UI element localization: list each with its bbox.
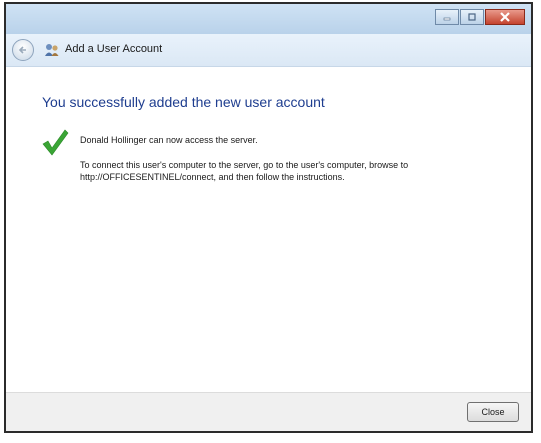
- window-controls: [435, 9, 525, 25]
- navigation-bar: Add a User Account: [6, 34, 531, 67]
- footer-bar: Close: [6, 392, 531, 431]
- minimize-icon: [443, 17, 451, 21]
- success-heading: You successfully added the new user acco…: [42, 94, 325, 110]
- back-arrow-icon: [18, 46, 26, 54]
- users-icon: [45, 44, 59, 56]
- page-title: Add a User Account: [65, 43, 163, 55]
- add-user-account-window: Add a User Account You successfully adde…: [4, 2, 533, 433]
- back-button[interactable]: [12, 39, 34, 61]
- maximize-icon: [468, 13, 476, 21]
- title-bar[interactable]: [6, 4, 531, 34]
- close-icon: [500, 12, 510, 22]
- close-window-button[interactable]: [485, 9, 525, 25]
- maximize-button[interactable]: [460, 9, 484, 25]
- connect-instructions: To connect this user's computer to the s…: [80, 160, 409, 182]
- main-content: You successfully added the new user acco…: [6, 67, 531, 393]
- close-button[interactable]: Close: [467, 402, 519, 422]
- checkmark-icon: [42, 129, 69, 156]
- minimize-button[interactable]: [435, 9, 459, 25]
- success-message: Donald Hollinger can now access the serv…: [80, 135, 258, 145]
